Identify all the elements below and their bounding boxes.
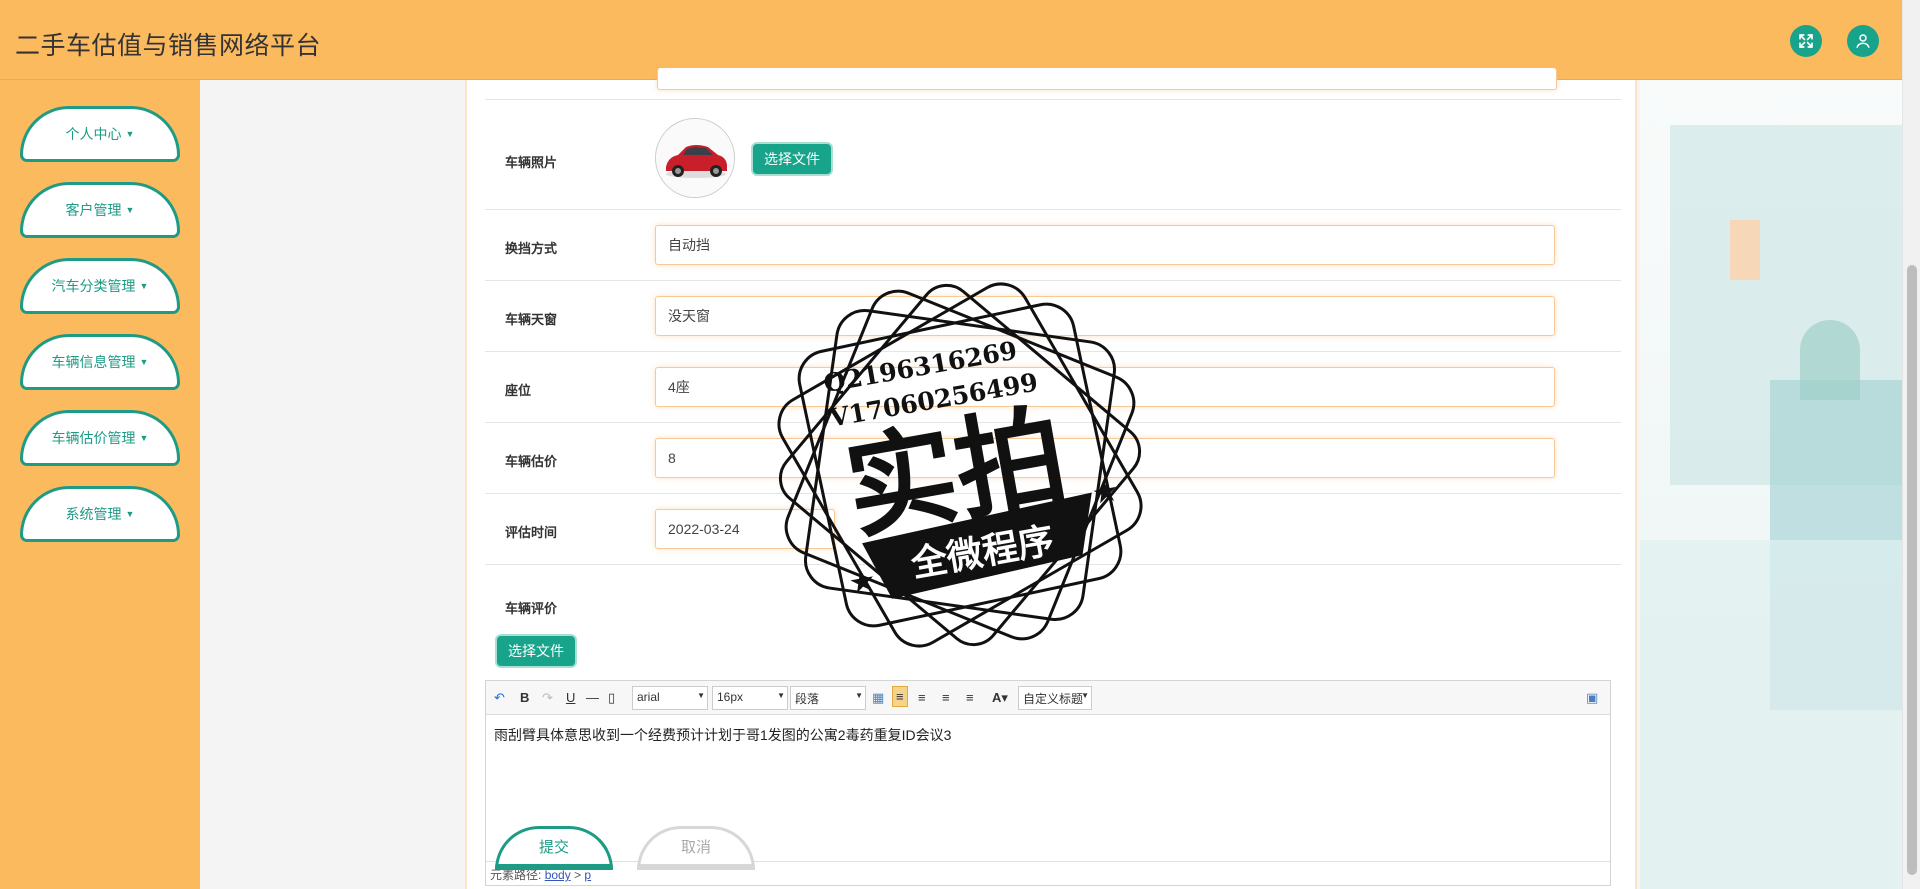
horizontal-rule-icon[interactable]: — [586,690,599,705]
transmission-input[interactable]: 自动挡 [655,225,1555,265]
align-center-icon[interactable]: ≡ [942,690,950,705]
sidebar-item-car-category-management[interactable]: 汽车分类管理 ▼ [20,258,180,314]
field-label: 车辆天窗 [505,312,558,327]
chevron-down-icon: ▼ [139,357,149,367]
sidebar-item-vehicle-info-management[interactable]: 车辆信息管理 ▼ [20,334,180,390]
chevron-down-icon: ▼ [125,205,135,215]
sidebar-item-label: 车辆信息管理 [51,354,136,370]
font-family-select[interactable]: arial ▼ [632,686,708,710]
field-label: 车辆估价 [505,454,558,469]
table-icon[interactable]: ▦ [872,690,884,706]
field-label: 换挡方式 [505,241,558,256]
document-icon[interactable]: ▯ [608,690,615,706]
sidebar-item-system-management[interactable]: 系统管理 ▼ [20,486,180,542]
field-label: 座位 [505,383,532,398]
app-title: 二手车估值与销售网络平台 [15,32,322,60]
previous-field-input[interactable] [657,68,1557,90]
sidebar-item-label: 客户管理 [65,202,122,218]
editor-toolbar: ↶ B ↷ U — ▯ arial ▼ 16px ▼ 段落 ▼ ▦ ≡ ≡ ≡ ≡ A… [486,681,1610,715]
editor-content[interactable]: 雨刮臂具体意思收到一个经费预计计划于哥1发图的公寓2毒药重复ID会议3 [494,725,951,745]
sidebar-item-label: 汽车分类管理 [51,278,136,294]
preview-icon[interactable]: ▣ [1586,690,1598,706]
sidebar-item-label: 个人中心 [65,126,122,142]
sidebar-item-label: 系统管理 [65,506,122,522]
eval-time-input[interactable]: 2022-03-24 [655,509,835,549]
font-family-value: arial [637,690,660,704]
valuation-input[interactable]: 8 [655,438,1555,478]
paragraph-value: 段落 [795,692,820,706]
form-row-transmission: 换挡方式 自动挡 [485,210,1621,281]
vertical-scrollbar[interactable] [1902,0,1920,889]
paragraph-select[interactable]: 段落 ▼ [790,686,866,710]
form-row-eval-time: 评估时间 2022-03-24 [485,494,1621,565]
path-p-link[interactable]: p [584,868,591,882]
align-right-icon[interactable]: ≡ [918,690,926,705]
field-label: 评估时间 [505,525,558,540]
sidebar: 个人中心 ▼ 客户管理 ▼ 汽车分类管理 ▼ 车辆信息管理 ▼ 车辆估价管理 ▼ 系统管理… [0,80,200,889]
form-card: 车辆照片 选择文件 换挡方式 自动挡 车辆天窗 没天窗 座位 4座 车辆估价 8 [465,68,1637,889]
undo-icon[interactable]: ↶ [494,690,505,706]
font-size-select[interactable]: 16px ▼ [712,686,788,710]
seats-input[interactable]: 4座 [655,367,1555,407]
select-review-file-button[interactable]: 选择文件 [495,634,577,668]
path-body-link[interactable]: body [545,868,571,882]
underline-icon[interactable]: U [566,690,575,705]
sidebar-item-valuation-management[interactable]: 车辆估价管理 ▼ [20,410,180,466]
form-row-valuation: 车辆估价 8 [485,423,1621,494]
redo-icon[interactable]: ↷ [542,690,553,706]
form-row-photo: 车辆照片 选择文件 [485,100,1621,210]
form-row-seats: 座位 4座 [485,352,1621,423]
select-photo-file-button[interactable]: 选择文件 [751,142,833,176]
align-justify-icon[interactable]: ≡ [966,690,974,705]
chevron-down-icon: ▼ [125,509,135,519]
fullscreen-icon[interactable] [1790,25,1822,57]
form-row-sunroof: 车辆天窗 没天窗 [485,281,1621,352]
dropdown-arrow-icon: ▼ [777,691,785,700]
sidebar-item-label: 车辆估价管理 [51,430,136,446]
font-color-icon[interactable]: A▾ [992,690,1008,706]
dropdown-arrow-icon: ▼ [697,691,705,700]
chevron-down-icon: ▼ [139,281,149,291]
field-label: 车辆照片 [505,155,558,170]
field-label: 车辆评价 [505,601,558,616]
font-size-value: 16px [717,690,744,704]
dropdown-arrow-icon: ▼ [1081,691,1089,700]
vehicle-photo-thumbnail [655,118,735,198]
user-icon[interactable] [1847,25,1879,57]
path-separator: > [574,868,582,882]
path-label: 元素路径: [490,868,542,882]
dropdown-arrow-icon: ▼ [855,691,863,700]
sidebar-item-personal-center[interactable]: 个人中心 ▼ [20,106,180,162]
bold-icon[interactable]: B [520,690,529,705]
sunroof-input[interactable]: 没天窗 [655,296,1555,336]
custom-title-select[interactable]: 自定义标题 ▼ [1018,686,1092,710]
align-left-icon[interactable]: ≡ [892,686,908,707]
background-illustration [1640,80,1902,889]
custom-title-value: 自定义标题 [1023,692,1084,706]
chevron-down-icon: ▼ [139,433,149,443]
sidebar-item-customer-management[interactable]: 客户管理 ▼ [20,182,180,238]
chevron-down-icon: ▼ [125,129,135,139]
scrollbar-thumb[interactable] [1907,265,1917,875]
